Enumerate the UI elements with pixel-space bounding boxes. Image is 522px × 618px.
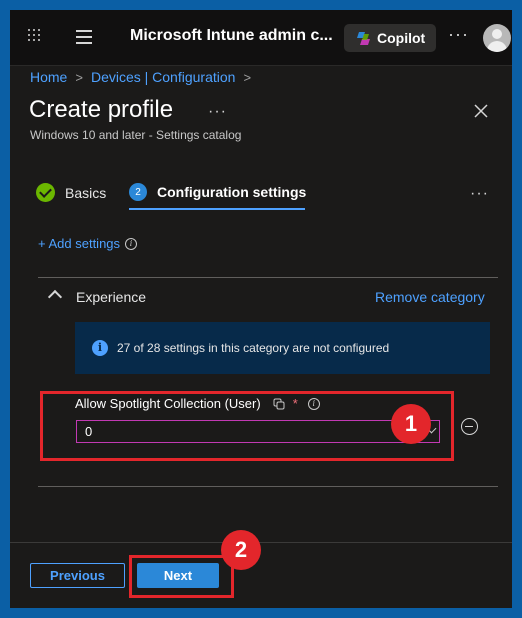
waffle-icon[interactable] <box>28 29 42 43</box>
wizard-more-icon[interactable]: ··· <box>470 185 489 203</box>
tab-configuration-settings-label: Configuration settings <box>157 184 307 200</box>
footer-divider <box>10 542 512 543</box>
avatar[interactable] <box>483 24 511 52</box>
callout-badge-2: 2 <box>221 530 261 570</box>
info-filled-icon: i <box>92 340 108 356</box>
app-title: Microsoft Intune admin c... <box>130 27 333 44</box>
breadcrumb-devices-configuration[interactable]: Devices | Configuration <box>91 69 235 85</box>
intune-window: Microsoft Intune admin c... Copilot ··· … <box>10 10 512 608</box>
add-settings-link[interactable]: + Add settings i <box>38 236 138 251</box>
chevron-up-icon[interactable] <box>47 289 63 305</box>
tab-basics[interactable]: Basics <box>36 183 106 202</box>
top-bar: Microsoft Intune admin c... Copilot ··· <box>10 10 512 66</box>
breadcrumb: Home > Devices | Configuration > <box>30 69 259 85</box>
breadcrumb-home[interactable]: Home <box>30 69 67 85</box>
info-icon[interactable]: i <box>125 237 138 250</box>
active-tab-indicator <box>129 208 305 210</box>
step-number-badge: 2 <box>129 183 147 201</box>
highlight-box-next <box>129 555 234 598</box>
callout-badge-1: 1 <box>391 404 431 444</box>
chevron-right-icon: > <box>243 69 252 85</box>
hamburger-icon[interactable] <box>76 30 92 44</box>
tab-basics-label: Basics <box>65 184 107 201</box>
category-name: Experience <box>76 289 147 305</box>
divider <box>38 277 498 278</box>
remove-setting-icon[interactable] <box>461 418 478 435</box>
info-banner: i 27 of 28 settings in this category are… <box>75 322 490 374</box>
copilot-button[interactable]: Copilot <box>344 24 436 52</box>
more-icon[interactable]: ··· <box>448 24 469 45</box>
page-subtitle: Windows 10 and later - Settings catalog <box>30 128 242 142</box>
title-more-icon[interactable]: ··· <box>208 103 227 121</box>
remove-category-link[interactable]: Remove category <box>375 289 485 305</box>
checkmark-icon <box>36 183 55 202</box>
page-title: Create profile <box>29 96 174 123</box>
add-settings-label: + Add settings <box>38 236 121 251</box>
tab-configuration-settings[interactable]: 2 Configuration settings <box>129 183 306 201</box>
divider <box>38 486 498 487</box>
copilot-label: Copilot <box>377 30 426 46</box>
copilot-icon <box>356 31 371 46</box>
previous-button[interactable]: Previous <box>30 563 125 588</box>
close-icon[interactable] <box>473 103 489 119</box>
chevron-right-icon: > <box>75 69 83 85</box>
info-banner-text: 27 of 28 settings in this category are n… <box>117 341 390 355</box>
